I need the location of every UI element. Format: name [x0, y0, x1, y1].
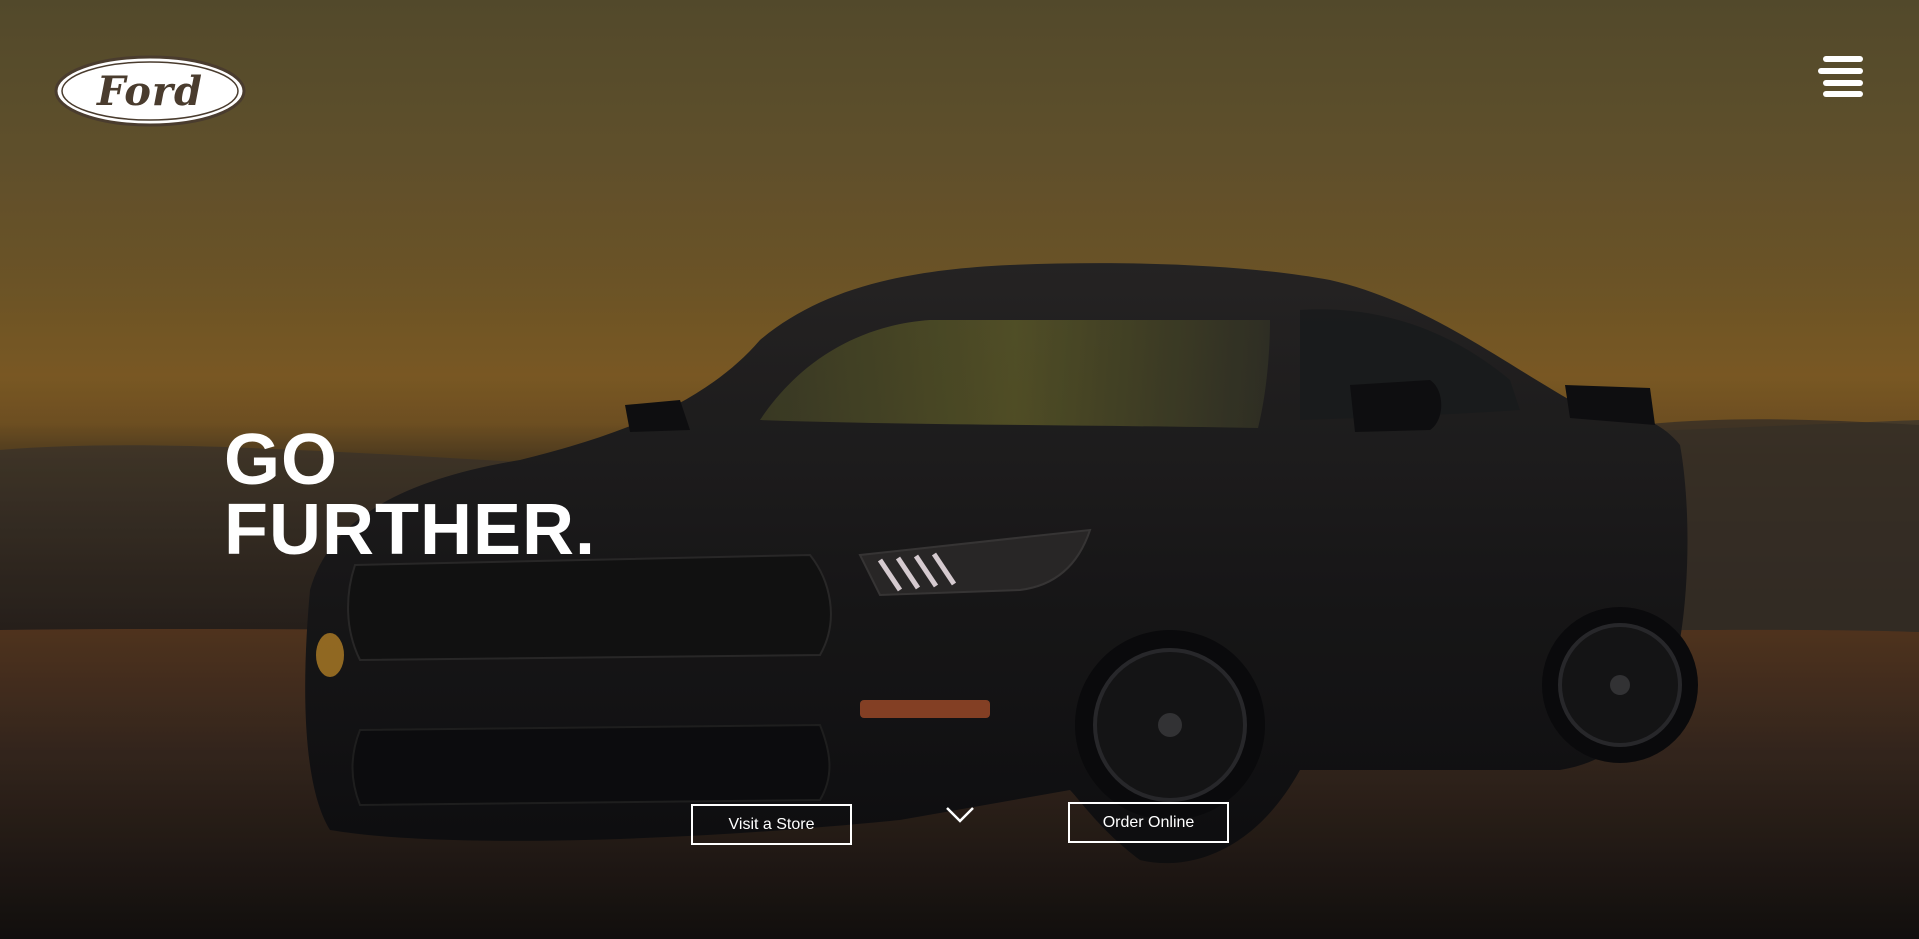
order-online-button[interactable]: Order Online — [1068, 802, 1229, 843]
menu-line — [1823, 56, 1863, 62]
headline-line-2: FURTHER. — [224, 490, 596, 570]
logo-text: Ford — [97, 67, 203, 115]
menu-line — [1823, 80, 1863, 86]
hero-headline: GO FURTHER. — [224, 420, 596, 570]
menu-line — [1823, 91, 1863, 97]
hero-section: Ford GO FURTHER. Visit a Store Order Onl… — [0, 0, 1919, 939]
menu-line — [1818, 68, 1863, 74]
chevron-down-icon[interactable] — [945, 806, 975, 824]
ford-logo[interactable]: Ford — [53, 54, 247, 128]
headline-line-1: GO — [224, 420, 339, 500]
hamburger-menu-icon[interactable] — [1818, 56, 1868, 100]
visit-store-button[interactable]: Visit a Store — [691, 804, 852, 845]
